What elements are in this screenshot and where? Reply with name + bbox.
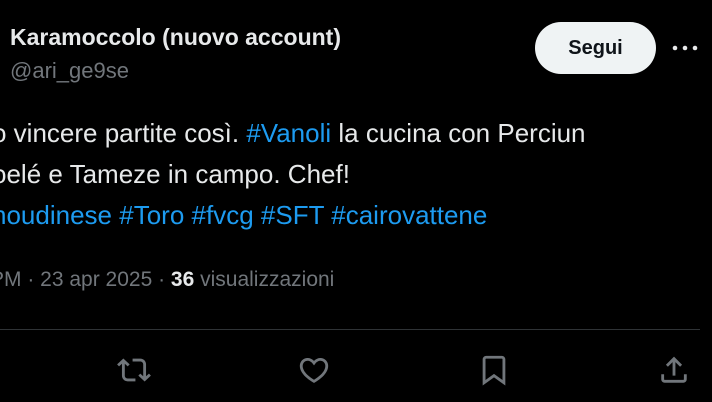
- more-options-icon[interactable]: [670, 36, 700, 60]
- user-handle[interactable]: @ari_ge9se: [10, 58, 129, 84]
- share-button[interactable]: [654, 350, 694, 390]
- views-count: 36: [170, 268, 195, 291]
- tweet-text-fragment: la cucina con Perciun: [331, 118, 586, 148]
- like-button[interactable]: [294, 350, 334, 390]
- tweet-text-fragment: o vincere partite così.: [0, 118, 247, 148]
- tweet-line-2: oelé e Tameze in campo. Chef!: [0, 159, 350, 189]
- display-name[interactable]: Karamoccolo (nuovo account): [10, 24, 341, 51]
- views-label: visualizzazioni: [194, 268, 335, 291]
- bookmark-button[interactable]: [474, 350, 514, 390]
- bookmark-icon: [482, 355, 506, 386]
- divider: [0, 329, 700, 330]
- tweet-meta: PM · 23 apr 2025 · 36 visualizzazioni: [0, 268, 334, 292]
- follow-button[interactable]: Segui: [535, 22, 656, 74]
- repost-icon: [117, 358, 151, 382]
- hashtag-toro[interactable]: #Toro: [119, 200, 184, 230]
- tweet-text: o vincere partite così. #Vanoli la cucin…: [0, 113, 712, 236]
- hashtag-vanoli[interactable]: #Vanoli: [246, 118, 331, 148]
- hashtag-sft[interactable]: #SFT: [261, 200, 324, 230]
- heart-icon: [299, 357, 329, 383]
- tweet-line-1: o vincere partite così. #Vanoli la cucin…: [0, 113, 712, 154]
- repost-button[interactable]: [114, 350, 154, 390]
- tweet-timestamp[interactable]: PM · 23 apr 2025 ·: [0, 268, 171, 291]
- hashtag-fvcg[interactable]: #fvcg: [192, 200, 254, 230]
- hashtag-cairovattene[interactable]: #cairovattene: [331, 200, 487, 230]
- tweet-line-3: noudinese #Toro #fvcg #SFT #cairovattene: [0, 195, 712, 236]
- hashtag-udinese[interactable]: noudinese: [0, 200, 112, 230]
- share-icon: [661, 356, 687, 383]
